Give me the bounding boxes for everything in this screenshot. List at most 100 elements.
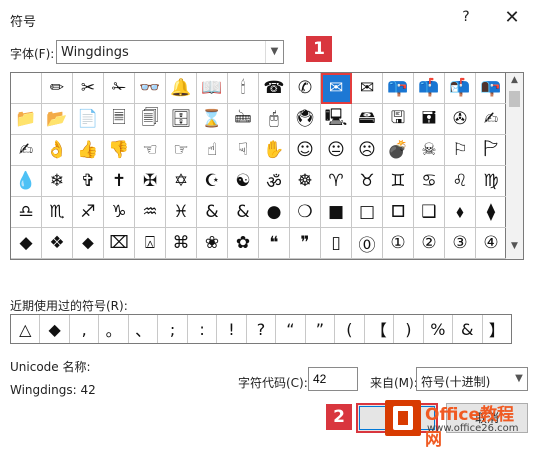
symbol-cell[interactable]: ☸ (290, 166, 321, 197)
symbol-cell[interactable]: 🖳 (321, 104, 352, 135)
symbol-cell[interactable]: 🖰 (259, 104, 290, 135)
recent-symbol-cell[interactable]: ; (158, 315, 188, 343)
symbol-cell[interactable]: ♏ (42, 197, 73, 228)
symbol-cell[interactable]: ① (383, 228, 414, 259)
symbol-cell[interactable]: ☹ (352, 135, 383, 166)
symbol-cell[interactable] (11, 73, 42, 104)
recent-symbol-cell[interactable]: ? (247, 315, 277, 343)
symbol-cell[interactable]: ✝ (104, 166, 135, 197)
symbol-cell[interactable]: 💣 (383, 135, 414, 166)
symbol-cell[interactable]: ❝ (259, 228, 290, 259)
symbol-cell[interactable]: ✍ (476, 104, 507, 135)
symbol-cell[interactable]: ♈ (321, 166, 352, 197)
symbol-cell[interactable]: ④ (476, 228, 507, 259)
symbol-cell[interactable]: ⬧ (445, 197, 476, 228)
symbol-cell[interactable]: & (197, 197, 228, 228)
symbol-cell[interactable]: 🖴 (352, 104, 383, 135)
symbol-cell[interactable]: ❀ (197, 228, 228, 259)
symbol-cell[interactable]: ☺ (290, 135, 321, 166)
recent-symbol-cell[interactable]: ◆ (40, 315, 70, 343)
chevron-down-icon[interactable]: ▼ (511, 368, 527, 390)
symbol-cell[interactable]: ✿ (228, 228, 259, 259)
symbol-cell[interactable]: ♌ (445, 166, 476, 197)
symbol-cell[interactable]: ⌧ (104, 228, 135, 259)
symbol-cell[interactable]: 📫 (414, 73, 445, 104)
symbol-cell[interactable]: ☞ (166, 135, 197, 166)
symbol-cell[interactable]: 🞐 (383, 197, 414, 228)
font-select[interactable]: Wingdings ▼ (56, 40, 284, 64)
symbol-cell[interactable]: ❖ (42, 228, 73, 259)
symbol-cell[interactable]: ✂ (73, 73, 104, 104)
symbol-cell[interactable]: 👍 (73, 135, 104, 166)
symbol-cell[interactable]: ✋ (259, 135, 290, 166)
symbol-cell[interactable]: ✠ (135, 166, 166, 197)
symbol-cell[interactable]: ☯ (228, 166, 259, 197)
symbol-cell[interactable]: ☟ (228, 135, 259, 166)
symbol-cell[interactable]: 🗄 (166, 104, 197, 135)
scroll-up-icon[interactable]: ▲ (506, 75, 523, 91)
recent-symbol-cell[interactable]: 。 (99, 315, 129, 343)
recent-symbol-cell[interactable]: , (70, 315, 100, 343)
symbol-cell[interactable]: ⬥ (73, 228, 104, 259)
recent-symbol-cell[interactable]: % (424, 315, 454, 343)
symbol-cell[interactable]: ✇ (445, 104, 476, 135)
recent-symbol-cell[interactable]: △ (11, 315, 41, 343)
symbol-cell[interactable]: ● (259, 197, 290, 228)
close-button[interactable]: ✕ (500, 6, 524, 30)
symbol-cell[interactable]: ♊ (383, 166, 414, 197)
symbol-cell[interactable]: ◆ (11, 228, 42, 259)
symbol-cell[interactable]: ✍ (11, 135, 42, 166)
recent-symbol-cell[interactable]: ( (335, 315, 365, 343)
symbol-cell[interactable]: ♉ (352, 166, 383, 197)
symbol-cell[interactable]: ✉ (352, 73, 383, 104)
symbol-cell[interactable]: 🏱 (476, 135, 507, 166)
symbol-cell[interactable]: 📖 (197, 73, 228, 104)
scrollbar-thumb[interactable] (509, 91, 520, 107)
symbol-cell[interactable]: 📪 (383, 73, 414, 104)
symbol-cell[interactable]: ⚐ (445, 135, 476, 166)
symbol-cell[interactable]: ☎ (259, 73, 290, 104)
symbol-cell[interactable]: 📂 (42, 104, 73, 135)
char-code-input[interactable] (308, 367, 358, 391)
symbol-cell[interactable]: ♎ (11, 197, 42, 228)
symbol-cell[interactable]: & (228, 197, 259, 228)
recent-symbol-cell[interactable]: ) (394, 315, 424, 343)
symbol-cell[interactable]: ③ (445, 228, 476, 259)
symbol-cell[interactable]: ⌛ (197, 104, 228, 135)
symbol-cell[interactable]: 🖫 (383, 104, 414, 135)
symbol-cell[interactable]: ♓ (166, 197, 197, 228)
symbol-cell[interactable]: 🕯 (228, 73, 259, 104)
symbol-cell[interactable]: 🗐 (135, 104, 166, 135)
symbol-cell[interactable]: 🖬 (414, 104, 445, 135)
symbol-cell[interactable]: 👎 (104, 135, 135, 166)
symbol-cell[interactable]: ♍ (476, 166, 507, 197)
symbol-cell[interactable]: ☝ (197, 135, 228, 166)
symbol-cell[interactable]: ■ (321, 197, 352, 228)
symbol-cell[interactable]: 🖲 (290, 104, 321, 135)
scroll-down-icon[interactable]: ▼ (506, 241, 523, 257)
symbol-cell[interactable]: ❍ (290, 197, 321, 228)
recent-symbol-cell[interactable]: 【 (365, 315, 395, 343)
symbol-cell[interactable]: ♒ (135, 197, 166, 228)
symbol-cell[interactable]: 👓 (135, 73, 166, 104)
symbol-cell[interactable]: 🖮 (228, 104, 259, 135)
symbol-cell[interactable]: 🔔 (166, 73, 197, 104)
symbol-cell[interactable]: ⍓ (135, 228, 166, 259)
symbol-cell[interactable]: ② (414, 228, 445, 259)
recent-symbol-cell[interactable]: 】 (483, 315, 511, 343)
symbol-cell[interactable]: 📁 (11, 104, 42, 135)
symbol-grid-scrollbar[interactable]: ▲ ▼ (506, 72, 524, 260)
symbol-cell[interactable]: ॐ (259, 166, 290, 197)
recent-symbol-cell[interactable]: “ (276, 315, 306, 343)
symbol-cell[interactable]: 📭 (476, 73, 507, 104)
symbol-cell[interactable]: ✆ (290, 73, 321, 104)
symbol-cell[interactable]: ✞ (73, 166, 104, 197)
symbol-cell[interactable]: □ (352, 197, 383, 228)
symbol-grid[interactable]: ✏ ✂ ✁ 👓 🔔 📖 🕯 ☎ ✆ ✉ ✉ 📪 📫 📬 📭 📁 📂 📄 🗏 🗐 🗄 ⌛ 🖮 🖰 🖲 🖳 🖴 🖫 🖬 ✇ ✍ ✍ 👌 👍 👎 ☜ ☞ ☝ ☟ ✋… (10, 72, 507, 260)
symbol-cell[interactable]: 😐 (321, 135, 352, 166)
symbol-cell[interactable]: ☪ (197, 166, 228, 197)
symbol-cell[interactable]: ⧫ (476, 197, 507, 228)
symbol-cell[interactable]: ✡ (166, 166, 197, 197)
symbol-cell[interactable]: 🗏 (104, 104, 135, 135)
symbol-cell[interactable]: ✏ (42, 73, 73, 104)
